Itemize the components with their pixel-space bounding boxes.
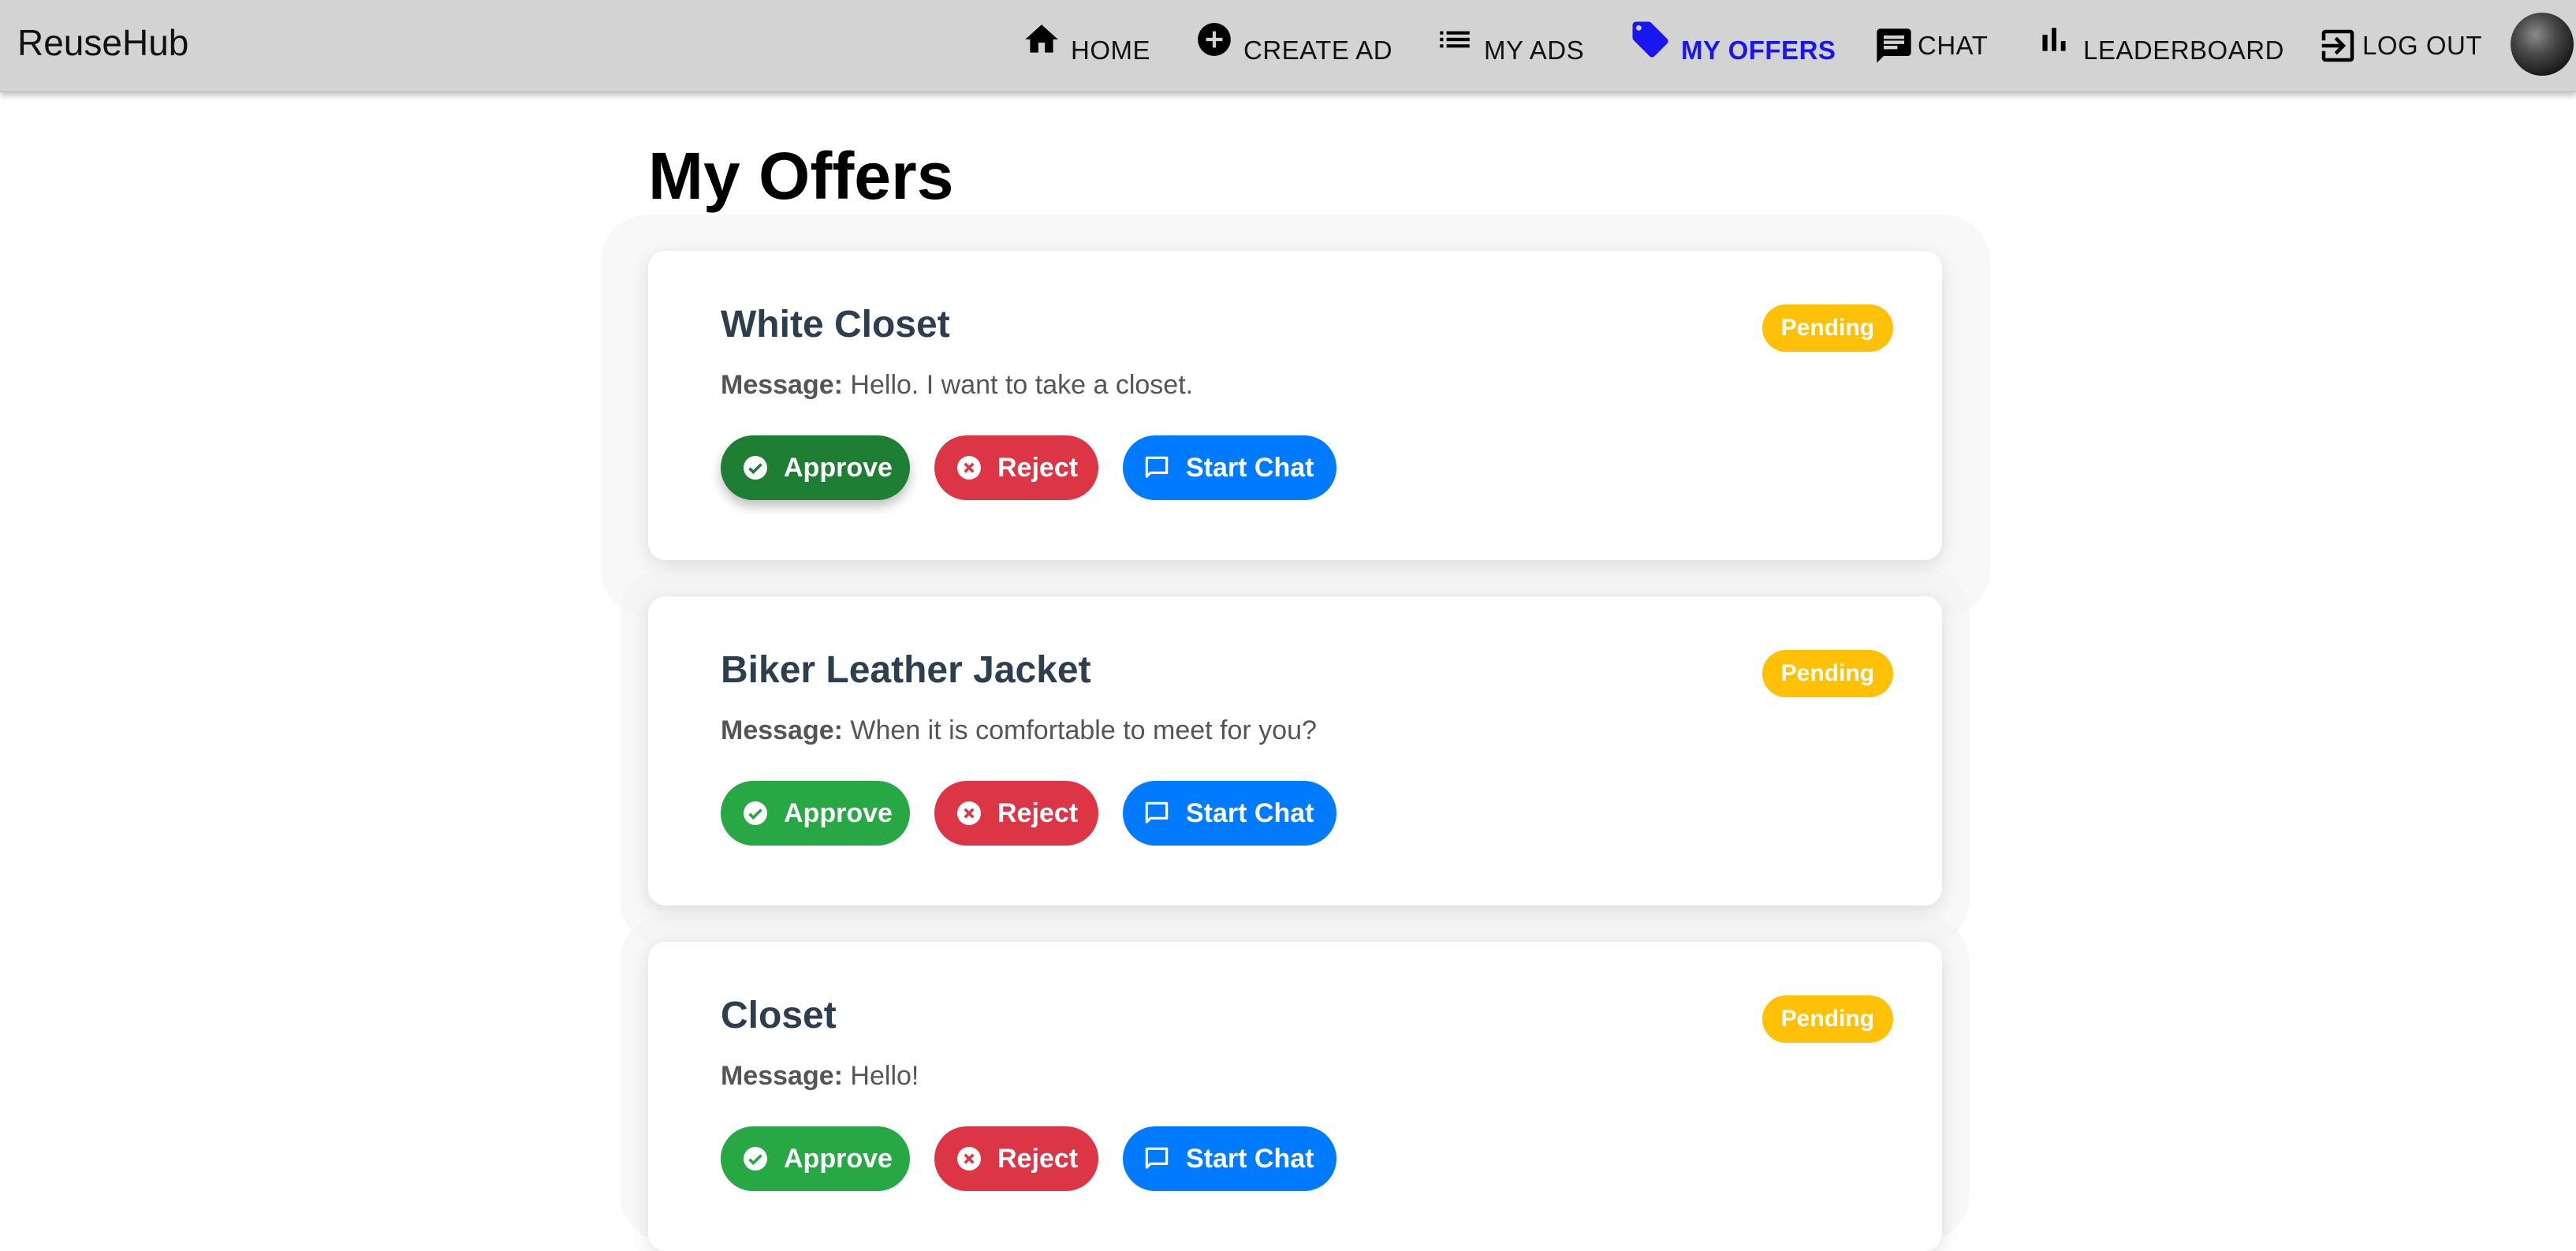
- offer-title: Closet: [721, 995, 837, 1036]
- approve-label: Approve: [784, 1143, 893, 1174]
- offer-card: White Closet Pending Message: Hello. I w…: [648, 251, 1942, 560]
- nav-logout-label: LOG OUT: [2362, 31, 2483, 60]
- approve-button[interactable]: Approve: [721, 781, 910, 846]
- add-circle-icon: [1195, 20, 1234, 59]
- message-text: Hello!: [850, 1061, 919, 1091]
- chat-bubble-outline-icon: [1142, 798, 1172, 828]
- reject-button[interactable]: Reject: [934, 435, 1098, 500]
- message-label: Message:: [721, 370, 843, 400]
- chat-icon: [1873, 25, 1914, 66]
- nav-my-ads-label: MY ADS: [1484, 35, 1585, 65]
- reject-label: Reject: [997, 452, 1079, 483]
- status-badge: Pending: [1761, 995, 1893, 1043]
- message-label: Message:: [721, 715, 843, 745]
- offer-card: Closet Pending Message: Hello! Approve R…: [648, 942, 1942, 1251]
- approve-button[interactable]: Approve: [721, 1126, 910, 1191]
- chat-bubble-outline-icon: [1142, 1144, 1172, 1174]
- list-icon: [1435, 20, 1474, 59]
- message-text: When it is comfortable to meet for you?: [850, 715, 1317, 745]
- start-chat-label: Start Chat: [1186, 452, 1314, 483]
- check-circle-icon: [741, 799, 770, 827]
- status-badge: Pending: [1761, 304, 1893, 352]
- offer-title: Biker Leather Jacket: [721, 649, 1091, 691]
- check-circle-icon: [741, 454, 770, 482]
- nav-my-offers-label: MY OFFERS: [1681, 35, 1836, 65]
- cancel-circle-icon: [955, 799, 983, 827]
- page-title: My Offers: [648, 139, 954, 213]
- nav-leaderboard[interactable]: LEADERBOARD: [2034, 0, 2284, 91]
- start-chat-label: Start Chat: [1186, 797, 1314, 828]
- tag-icon: [1629, 18, 1672, 61]
- nav-logout[interactable]: LOG OUT: [2317, 0, 2482, 91]
- top-navbar: ReuseHub HOME CREATE AD MY ADS MY OFFERS…: [0, 0, 2576, 92]
- reject-button[interactable]: Reject: [934, 1126, 1098, 1191]
- approve-label: Approve: [784, 452, 893, 483]
- nav-home[interactable]: HOME: [1022, 0, 1150, 91]
- start-chat-button[interactable]: Start Chat: [1123, 781, 1336, 846]
- offer-card: Biker Leather Jacket Pending Message: Wh…: [648, 596, 1942, 906]
- nav-create-ad[interactable]: CREATE AD: [1195, 0, 1392, 91]
- nav-home-label: HOME: [1071, 35, 1150, 65]
- message-text: Hello. I want to take a closet.: [850, 370, 1194, 400]
- reject-label: Reject: [997, 797, 1079, 828]
- approve-button[interactable]: Approve: [721, 435, 910, 500]
- offer-message: Message: Hello. I want to take a closet.: [721, 368, 1193, 402]
- reject-button[interactable]: Reject: [934, 781, 1098, 846]
- reject-label: Reject: [997, 1143, 1079, 1174]
- message-label: Message:: [721, 1061, 843, 1091]
- cancel-circle-icon: [955, 454, 983, 482]
- offer-title: White Closet: [721, 304, 950, 345]
- nav-create-ad-label: CREATE AD: [1243, 35, 1393, 65]
- approve-label: Approve: [784, 797, 893, 828]
- start-chat-button[interactable]: Start Chat: [1123, 1126, 1336, 1191]
- bar-chart-icon: [2034, 20, 2074, 59]
- start-chat-button[interactable]: Start Chat: [1123, 435, 1336, 500]
- nav-chat[interactable]: CHAT: [1873, 0, 1988, 91]
- home-icon: [1022, 20, 1061, 59]
- nav-my-ads[interactable]: MY ADS: [1435, 0, 1584, 91]
- offer-message: Message: Hello!: [721, 1059, 919, 1093]
- offer-message: Message: When it is comfortable to meet …: [721, 713, 1317, 748]
- logout-icon: [2317, 24, 2359, 67]
- chat-bubble-outline-icon: [1142, 453, 1172, 483]
- status-badge: Pending: [1761, 650, 1893, 697]
- start-chat-label: Start Chat: [1186, 1143, 1314, 1174]
- nav-leaderboard-label: LEADERBOARD: [2083, 35, 2284, 65]
- user-avatar[interactable]: [2511, 13, 2574, 76]
- cancel-circle-icon: [955, 1145, 983, 1173]
- nav-my-offers[interactable]: MY OFFERS: [1629, 0, 1836, 91]
- nav-chat-label: CHAT: [1918, 31, 1989, 60]
- brand-logo[interactable]: ReuseHub: [17, 21, 188, 65]
- check-circle-icon: [741, 1145, 770, 1173]
